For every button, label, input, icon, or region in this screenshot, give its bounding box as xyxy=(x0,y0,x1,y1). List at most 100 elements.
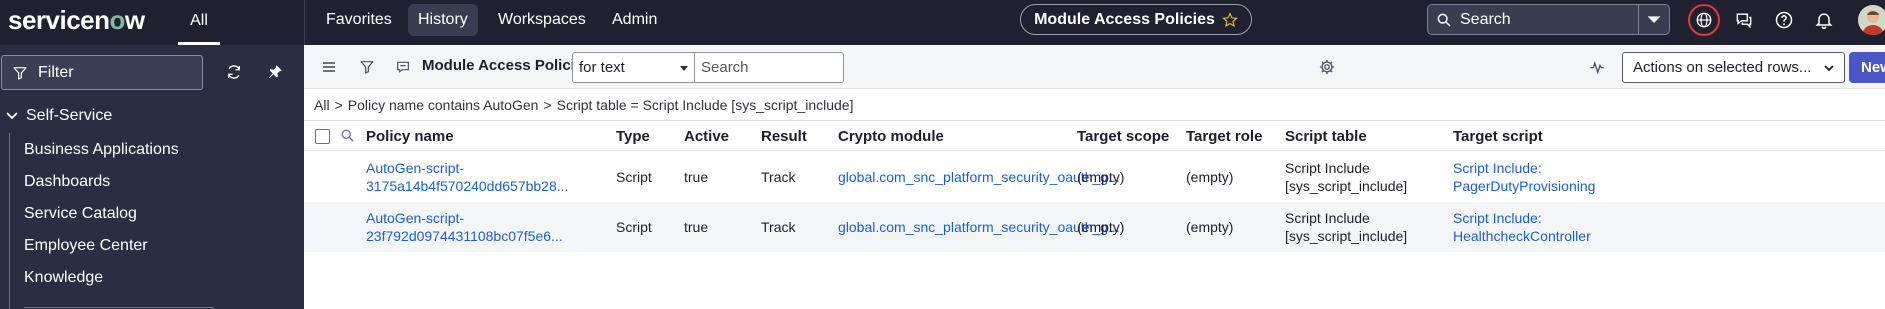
sidebar-item-dashboards[interactable]: Dashboards xyxy=(24,173,110,191)
chevron-down-icon xyxy=(1824,65,1834,72)
target-role-cell: (empty) xyxy=(1186,169,1234,185)
logo-text-end: w xyxy=(124,5,145,35)
script-table-cell: Script Include [sys_script_include] xyxy=(1285,159,1407,195)
sidebar-item-knowledge[interactable]: Knowledge xyxy=(24,269,103,287)
settings-gear-icon[interactable] xyxy=(1316,56,1338,78)
column-header-result[interactable]: Result xyxy=(761,128,807,145)
search-field-select[interactable]: for text xyxy=(572,52,695,83)
new-button[interactable]: New xyxy=(1849,52,1885,83)
breadcrumb-separator: > xyxy=(334,97,343,113)
script-table-cell: Script Include [sys_script_include] xyxy=(1285,209,1407,245)
filter-placeholder: Filter xyxy=(38,63,74,81)
table-row[interactable]: AutoGen-script- 23f792d0974431108bc07f5e… xyxy=(304,202,1885,252)
actions-label: Actions on selected rows... xyxy=(1633,59,1812,76)
search-field-value: for text xyxy=(579,59,625,76)
left-navigator: Filter Self-Service Business Application… xyxy=(0,45,304,309)
policy-name-line2: 23f792d0974431108bc07f5e6... xyxy=(366,228,563,244)
column-header-type[interactable]: Type xyxy=(616,128,650,145)
page-title-pill[interactable]: Module Access Policies xyxy=(1020,4,1252,35)
list-title: Module Access Policies xyxy=(422,57,592,74)
policy-name-line1: AutoGen-script- xyxy=(366,160,465,176)
script-table-line2: [sys_script_include] xyxy=(1285,178,1408,194)
nav-history[interactable]: History xyxy=(408,4,478,36)
script-table-line1: Script Include xyxy=(1285,210,1370,226)
select-all-checkbox[interactable] xyxy=(315,129,330,144)
policy-name-line2: 3175a14b4f570240dd657bb28... xyxy=(366,178,569,194)
column-header-target-role[interactable]: Target role xyxy=(1186,128,1262,145)
sidebar-divider xyxy=(24,307,214,308)
search-icon xyxy=(1437,13,1451,27)
list-search-placeholder: Search xyxy=(701,59,749,76)
servicenow-logo[interactable]: servicenow xyxy=(8,5,145,36)
nav-workspaces[interactable]: Workspaces xyxy=(488,4,596,36)
chevron-down-icon xyxy=(6,112,18,120)
column-search-icon[interactable] xyxy=(340,128,355,148)
script-table-line2: [sys_script_include] xyxy=(1285,228,1408,244)
list-content: Module Access Policies for text Search A… xyxy=(304,45,1885,309)
nav-admin[interactable]: Admin xyxy=(602,4,667,36)
target-script-link[interactable]: Script Include: HealthcheckController xyxy=(1453,209,1591,245)
column-header-crypto-module[interactable]: Crypto module xyxy=(838,128,944,145)
column-header-policy-name[interactable]: Policy name xyxy=(366,128,454,145)
sidebar-item-business-applications[interactable]: Business Applications xyxy=(24,141,179,159)
logo-text-start: servicen xyxy=(8,5,110,35)
sidebar-item-employee-center[interactable]: Employee Center xyxy=(24,237,148,255)
breadcrumb-policy-name-filter[interactable]: Policy name contains AutoGen xyxy=(348,97,539,113)
sidebar-tree-line xyxy=(9,133,10,309)
actions-on-selected-rows-select[interactable]: Actions on selected rows... xyxy=(1622,52,1845,83)
result-cell: Track xyxy=(761,219,796,235)
global-search-label: Search xyxy=(1460,10,1511,28)
help-icon[interactable] xyxy=(1772,8,1796,32)
breadcrumb: All > Policy name contains AutoGen > Scr… xyxy=(314,97,853,113)
column-header-script-table[interactable]: Script table xyxy=(1285,128,1367,145)
column-header-target-scope[interactable]: Target scope xyxy=(1077,128,1169,145)
breadcrumb-separator: > xyxy=(543,97,552,113)
logo-text-o: o xyxy=(109,5,126,35)
all-menu-tab[interactable]: All xyxy=(178,0,220,45)
target-scope-cell: (empty) xyxy=(1077,169,1125,185)
policy-name-link[interactable]: AutoGen-script- 3175a14b4f570240dd657bb2… xyxy=(366,159,568,195)
page-title: Module Access Policies xyxy=(1034,10,1215,28)
hamburger-menu-icon[interactable] xyxy=(318,56,340,78)
nav-divider xyxy=(304,0,305,45)
policy-name-link[interactable]: AutoGen-script- 23f792d0974431108bc07f5e… xyxy=(366,209,563,245)
globe-button[interactable] xyxy=(1688,4,1720,36)
type-cell: Script xyxy=(616,169,652,185)
pin-icon[interactable] xyxy=(262,59,288,85)
policy-name-line1: AutoGen-script- xyxy=(366,210,465,226)
comment-icon[interactable] xyxy=(392,56,414,78)
table-header: Policy name Type Active Result Crypto mo… xyxy=(304,120,1885,151)
target-script-line1: Script Include: xyxy=(1453,210,1542,226)
column-header-target-script[interactable]: Target script xyxy=(1453,128,1543,145)
breadcrumb-script-table-filter[interactable]: Script table = Script Include [sys_scrip… xyxy=(557,97,854,113)
chat-icon[interactable] xyxy=(1732,8,1756,32)
navigator-filter-input[interactable]: Filter xyxy=(1,55,203,90)
star-icon[interactable] xyxy=(1221,11,1238,28)
nav-favorites[interactable]: Favorites xyxy=(316,4,402,36)
global-search-input[interactable]: Search xyxy=(1427,4,1639,35)
breadcrumb-all[interactable]: All xyxy=(314,97,330,113)
target-script-link[interactable]: Script Include: PagerDutyProvisioning xyxy=(1453,159,1595,195)
result-cell: Track xyxy=(761,169,796,185)
filter-icon xyxy=(13,66,27,80)
chevron-down-icon xyxy=(1648,15,1660,23)
app-root: servicenow All Favorites History Workspa… xyxy=(0,0,1885,309)
sidebar-section-self-service[interactable]: Self-Service xyxy=(6,107,112,125)
refresh-icon[interactable] xyxy=(221,59,247,85)
column-header-active[interactable]: Active xyxy=(684,128,729,145)
bell-icon[interactable] xyxy=(1812,8,1836,32)
active-cell: true xyxy=(684,219,709,235)
script-table-line1: Script Include xyxy=(1285,160,1370,176)
list-toolbar: Module Access Policies for text Search A… xyxy=(304,45,1885,89)
top-navigation-bar: servicenow All Favorites History Workspa… xyxy=(0,0,1885,45)
sidebar-section-label: Self-Service xyxy=(26,107,113,124)
target-script-line1: Script Include: xyxy=(1453,160,1542,176)
list-search-input[interactable]: Search xyxy=(694,52,844,83)
user-avatar[interactable] xyxy=(1858,5,1885,35)
sidebar-item-service-catalog[interactable]: Service Catalog xyxy=(24,205,137,223)
table-row[interactable]: AutoGen-script- 3175a14b4f570240dd657bb2… xyxy=(304,152,1885,202)
search-scope-dropdown[interactable] xyxy=(1638,4,1670,35)
globe-icon xyxy=(1696,12,1712,28)
filter-icon[interactable] xyxy=(356,56,378,78)
active-cell: true xyxy=(684,169,709,185)
